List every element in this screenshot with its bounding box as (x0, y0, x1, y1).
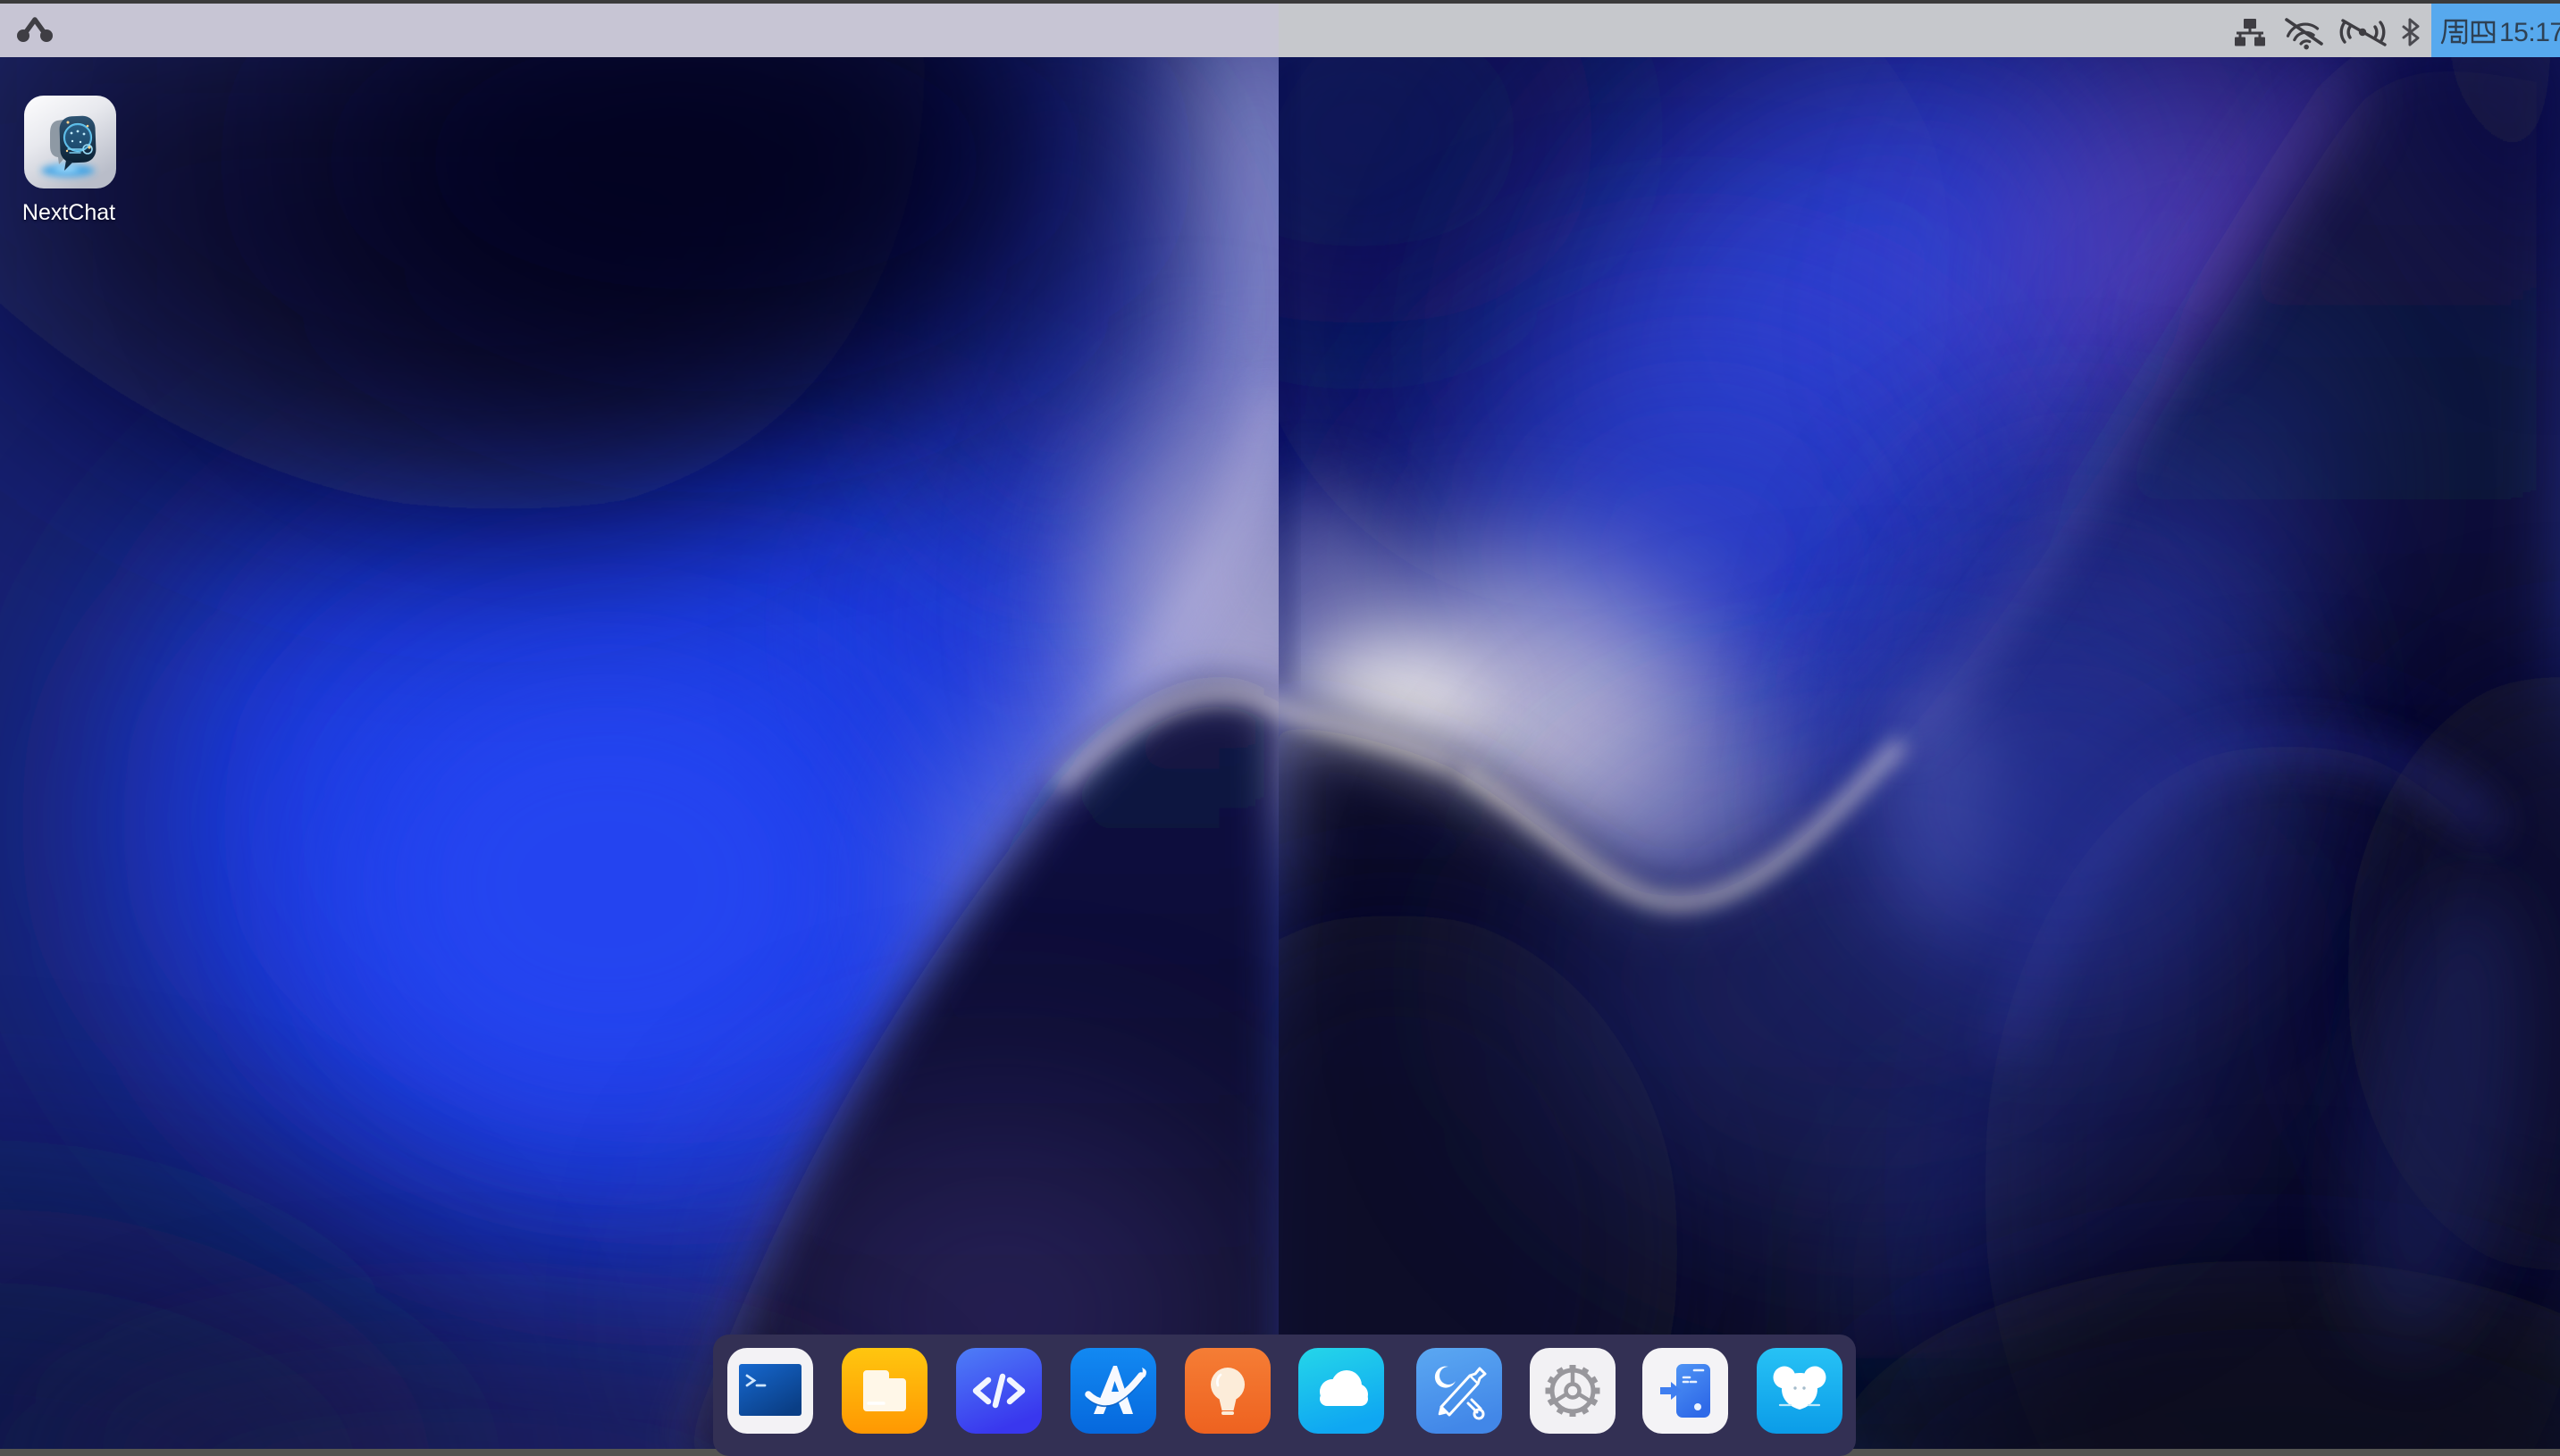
svg-text:15:17: 15:17 (2499, 18, 2560, 47)
